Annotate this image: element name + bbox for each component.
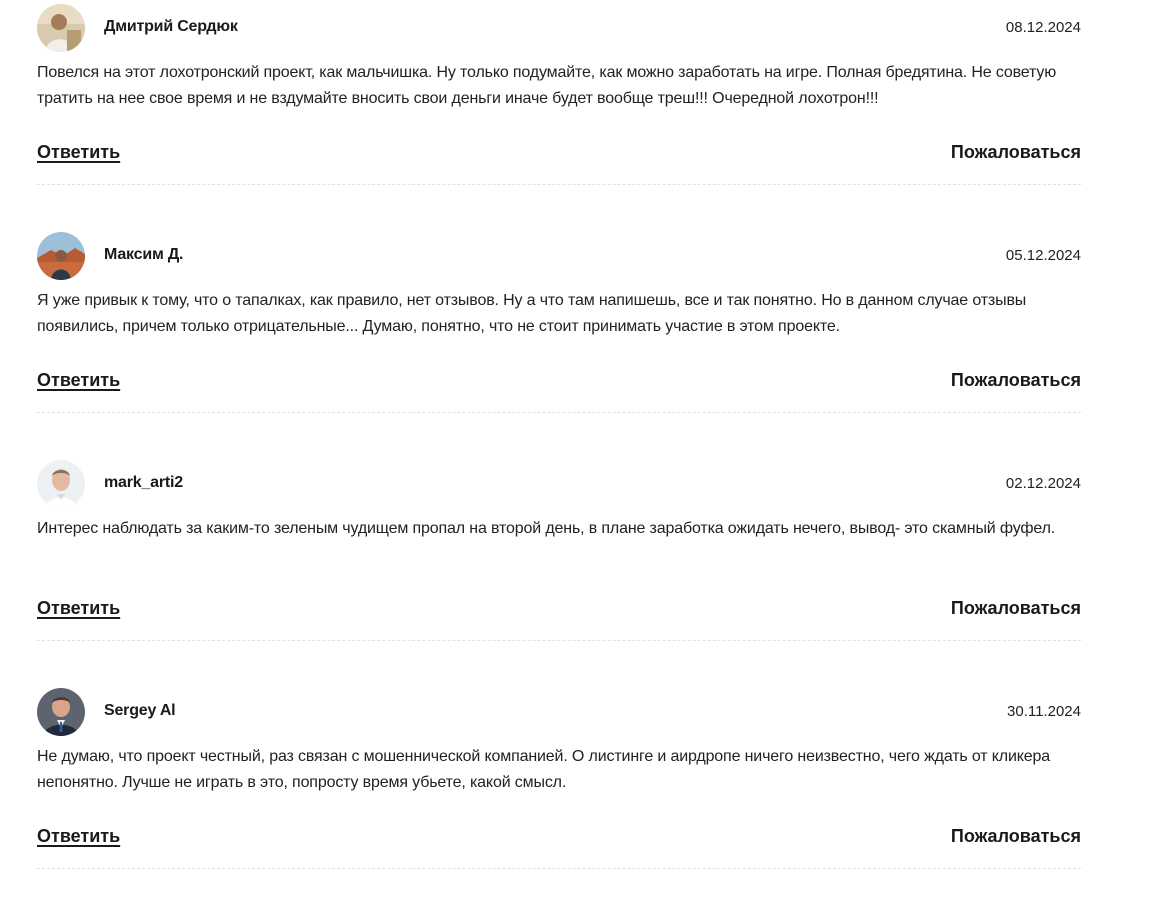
comment-header: Максим Д. 05.12.2024 <box>37 232 1081 280</box>
avatar <box>37 232 85 280</box>
comment-divider <box>37 868 1081 869</box>
comment-item: Sergey Al 30.11.2024 Не думаю, что проек… <box>37 684 1081 898</box>
comment-text: Я уже привык к тому, что о тапалках, как… <box>37 292 1027 335</box>
avatar <box>37 688 85 736</box>
report-button[interactable]: Пожаловаться <box>951 142 1081 163</box>
comment-divider <box>37 640 1081 641</box>
avatar <box>37 4 85 52</box>
comment-date: 02.12.2024 <box>1005 475 1081 492</box>
comment-header: mark_arti2 02.12.2024 <box>37 460 1081 508</box>
comment-text: Интерес наблюдать за каким-то зеленым чу… <box>37 520 1056 537</box>
comment-date: 05.12.2024 <box>1005 247 1081 264</box>
reply-button[interactable]: Ответить <box>37 370 120 391</box>
comment-author: mark_arti2 <box>104 474 183 491</box>
comment-header: Дмитрий Сердюк 08.12.2024 <box>37 4 1081 52</box>
comment-author: Дмитрий Сердюк <box>104 18 238 35</box>
comment-divider <box>37 184 1081 185</box>
report-button[interactable]: Пожаловаться <box>951 598 1081 619</box>
report-button[interactable]: Пожаловаться <box>951 370 1081 391</box>
comment-divider <box>37 412 1081 413</box>
reply-button[interactable]: Ответить <box>37 598 120 619</box>
comment-item: Максим Д. 05.12.2024 Я уже привык к тому… <box>37 228 1081 456</box>
comment-author: Максим Д. <box>104 246 184 263</box>
report-button[interactable]: Пожаловаться <box>951 826 1081 847</box>
comment-text: Повелся на этот лохотронский проект, как… <box>37 64 1057 107</box>
comment-text: Не думаю, что проект честный, раз связан… <box>37 748 1051 791</box>
comment-header: Sergey Al 30.11.2024 <box>37 688 1081 736</box>
comment-item: mark_arti2 02.12.2024 Интерес наблюдать … <box>37 456 1081 684</box>
reply-button[interactable]: Ответить <box>37 142 120 163</box>
comment-date: 30.11.2024 <box>1007 703 1081 720</box>
comment-item: Дмитрий Сердюк 08.12.2024 Повелся на это… <box>37 0 1081 228</box>
comment-date: 08.12.2024 <box>1005 19 1081 36</box>
avatar <box>37 460 85 508</box>
comment-author: Sergey Al <box>104 702 176 719</box>
reply-button[interactable]: Ответить <box>37 826 120 847</box>
comments-list: Дмитрий Сердюк 08.12.2024 Повелся на это… <box>0 0 1156 898</box>
